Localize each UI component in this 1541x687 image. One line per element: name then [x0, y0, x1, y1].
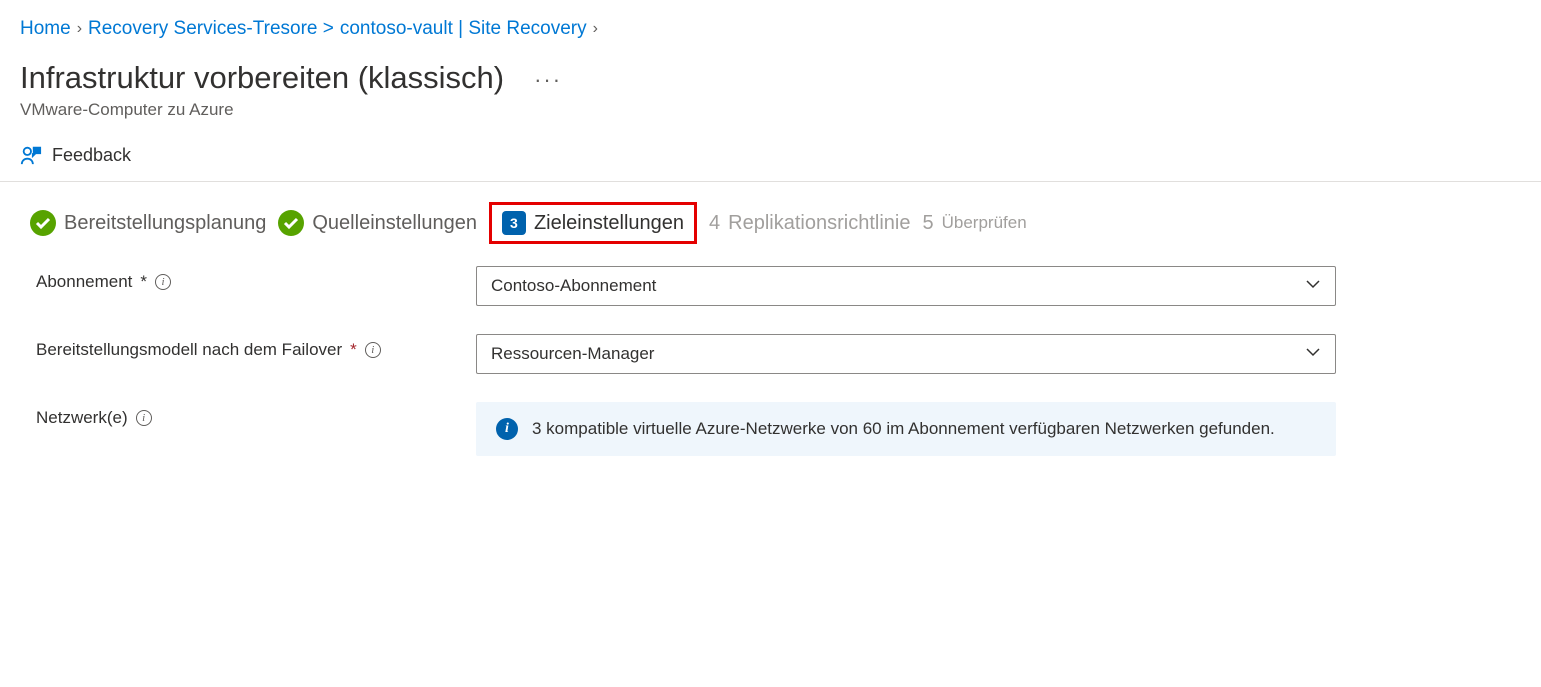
feedback-button[interactable]: Feedback	[20, 144, 131, 166]
step-deployment-planning[interactable]: Bereitstellungsplanung	[30, 210, 266, 236]
step-replication-policy: 4 Replikationsrichtlinie	[709, 212, 910, 235]
page-subtitle: VMware-Computer zu Azure	[20, 100, 1521, 120]
network-label: Netzwerk(e) i	[36, 402, 476, 428]
chevron-down-icon	[1305, 276, 1321, 297]
check-icon	[30, 210, 56, 236]
person-feedback-icon	[20, 144, 42, 166]
subscription-label: Abonnement * i	[36, 266, 476, 292]
form: Abonnement * i Contoso-Abonnement Bereit…	[0, 256, 1541, 514]
info-icon: i	[496, 418, 518, 440]
page-header: Infrastruktur vorbereiten (klassisch) ··…	[0, 50, 1541, 126]
chevron-right-icon: ›	[77, 20, 82, 38]
breadcrumb: Home › Recovery Services-Tresore > conto…	[0, 0, 1541, 50]
deployment-model-row: Bereitstellungsmodell nach dem Failover …	[36, 334, 1511, 374]
subscription-row: Abonnement * i Contoso-Abonnement	[36, 266, 1511, 306]
step-target-settings[interactable]: 3 Zieleinstellungen	[489, 202, 697, 244]
info-icon[interactable]: i	[365, 342, 381, 358]
toolbar: Feedback	[0, 126, 1541, 182]
chevron-down-icon	[1305, 344, 1321, 365]
step-review: 5 Überprüfen	[922, 212, 1026, 235]
network-info-box: i 3 kompatible virtuelle Azure-Netzwerke…	[476, 402, 1336, 456]
more-menu-button[interactable]: ···	[534, 67, 562, 93]
deployment-model-dropdown[interactable]: Ressourcen-Manager	[476, 334, 1336, 374]
step-source-settings[interactable]: Quelleinstellungen	[278, 210, 477, 236]
breadcrumb-vault[interactable]: contoso-vault | Site Recovery	[340, 18, 587, 40]
deployment-model-label: Bereitstellungsmodell nach dem Failover …	[36, 334, 476, 360]
step-number-badge: 3	[502, 211, 526, 235]
chevron-right-icon: ›	[593, 20, 598, 38]
check-icon	[278, 210, 304, 236]
subscription-dropdown[interactable]: Contoso-Abonnement	[476, 266, 1336, 306]
wizard-steps: Bereitstellungsplanung Quelleinstellunge…	[0, 182, 1541, 256]
info-icon[interactable]: i	[155, 274, 171, 290]
info-icon[interactable]: i	[136, 410, 152, 426]
feedback-label: Feedback	[52, 145, 131, 166]
network-row: Netzwerk(e) i i 3 kompatible virtuelle A…	[36, 402, 1511, 456]
breadcrumb-recovery-vaults[interactable]: Recovery Services-Tresore >	[88, 18, 334, 40]
breadcrumb-home[interactable]: Home	[20, 18, 71, 40]
page-title: Infrastruktur vorbereiten (klassisch)	[20, 60, 504, 96]
